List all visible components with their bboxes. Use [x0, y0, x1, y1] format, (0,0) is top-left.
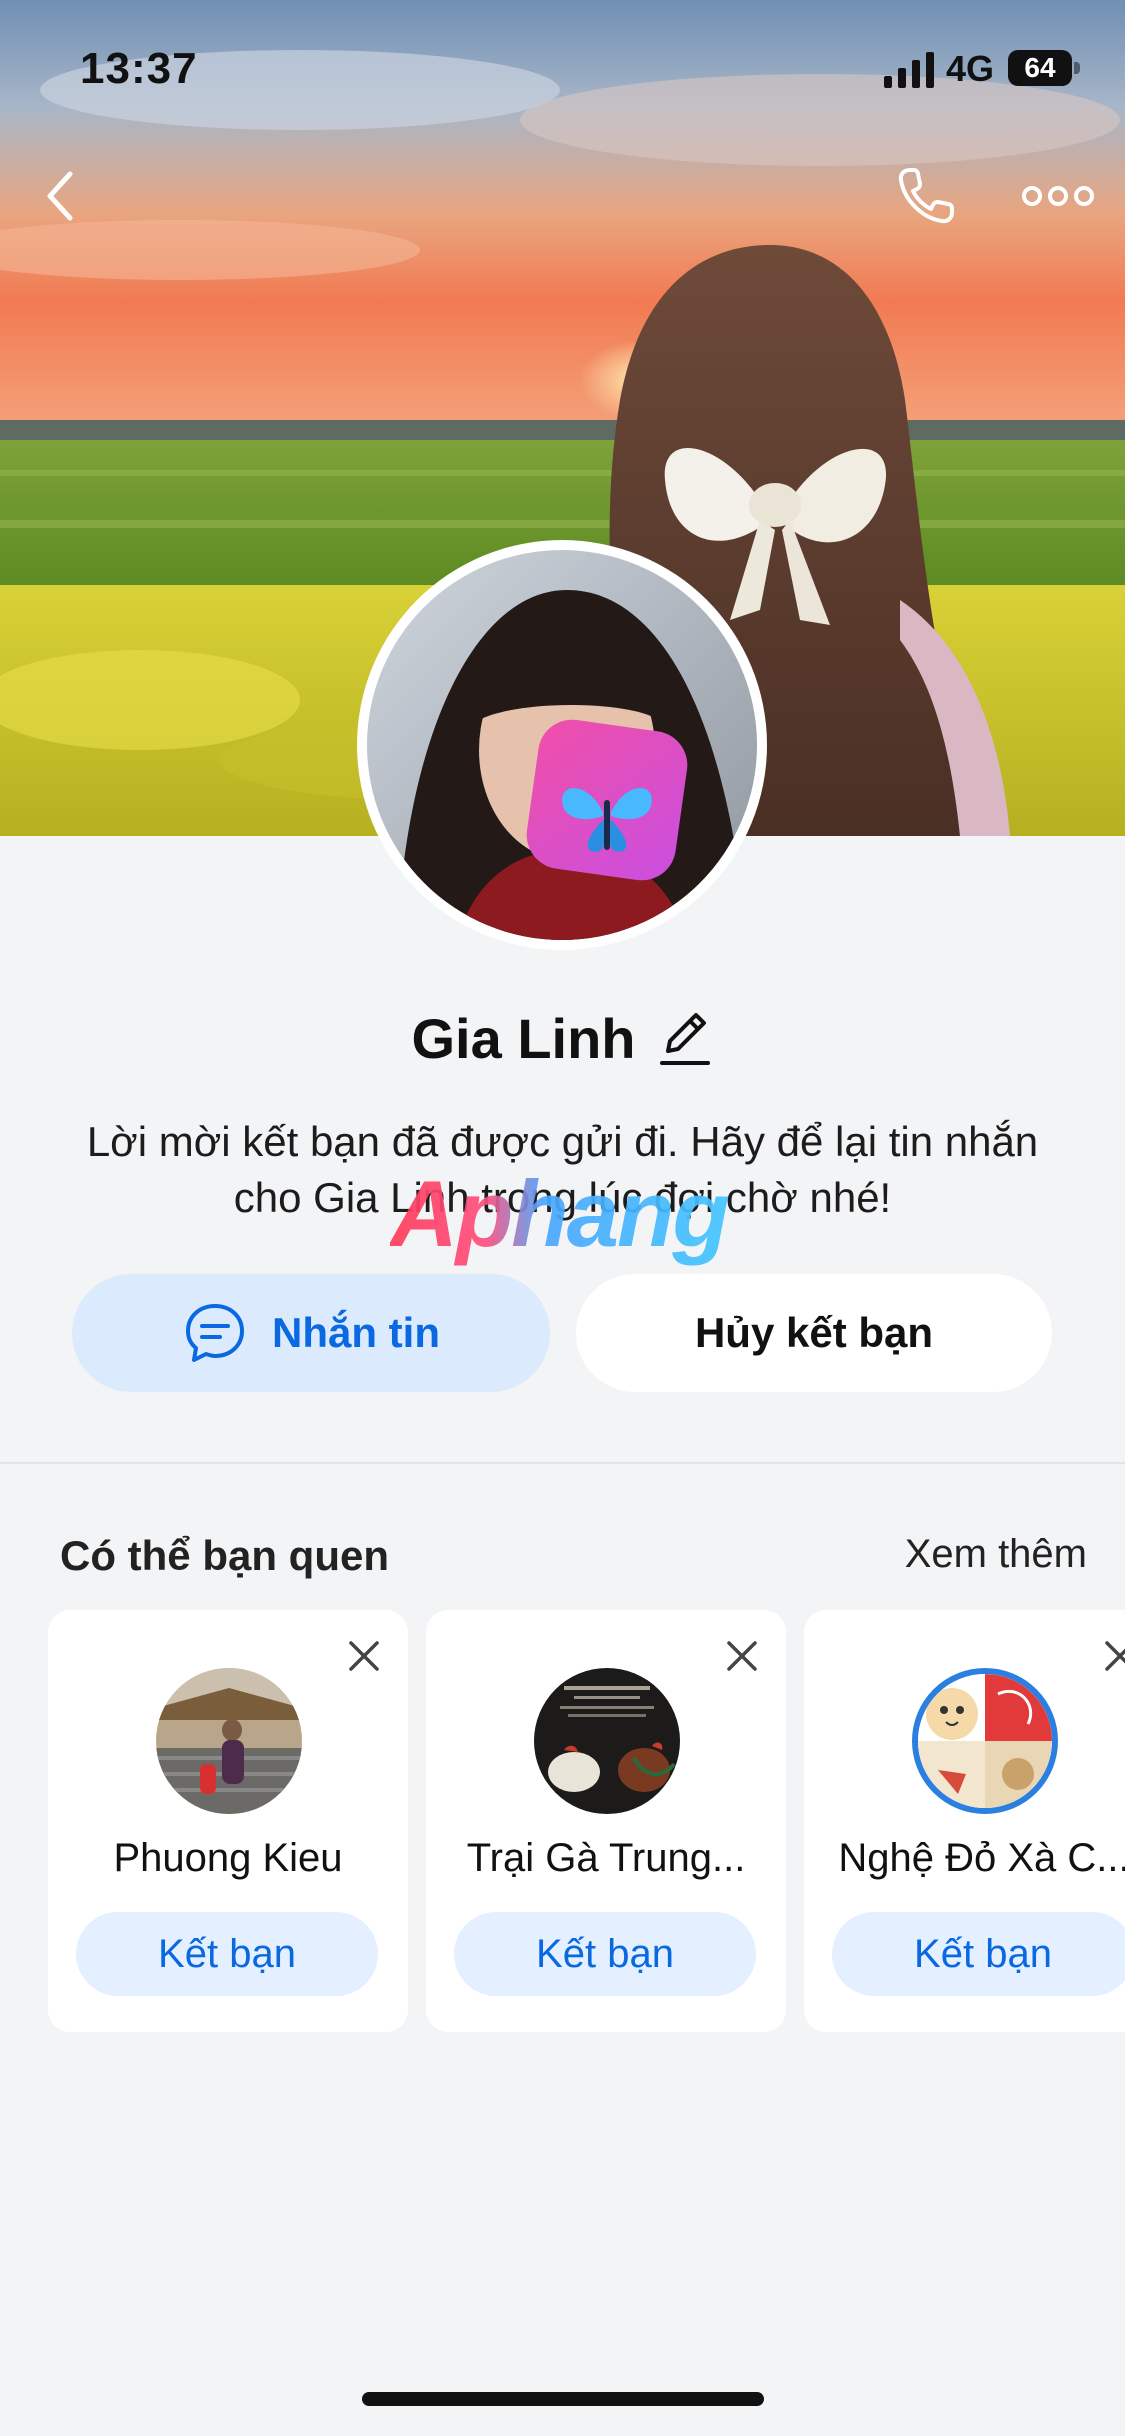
- more-dots-icon: [1022, 186, 1094, 206]
- see-more-link[interactable]: Xem thêm: [905, 1532, 1087, 1577]
- add-friend-label: Kết bạn: [914, 1931, 1052, 1976]
- suggestion-card[interactable]: Phuong Kieu Kết bạn: [48, 1610, 408, 2032]
- status-time: 13:37: [80, 44, 198, 93]
- network-type: 4G: [946, 48, 995, 89]
- cancel-friend-request-label: Hủy kết bạn: [694, 1309, 934, 1356]
- call-button[interactable]: [890, 160, 962, 232]
- suggestion-card[interactable]: Nghệ Đỏ Xà C... Kết bạn: [804, 1610, 1125, 2032]
- add-friend-button[interactable]: Kết bạn: [76, 1912, 378, 1996]
- add-friend-label: Kết bạn: [536, 1931, 674, 1976]
- suggestion-avatar: [534, 1668, 680, 1814]
- cancel-friend-request-button[interactable]: Hủy kết bạn: [576, 1274, 1052, 1392]
- chat-bubble-icon: [186, 1304, 244, 1362]
- back-button[interactable]: [30, 160, 90, 232]
- close-icon: [727, 1641, 757, 1671]
- suggestion-avatar: [912, 1668, 1058, 1814]
- close-icon: [1105, 1641, 1125, 1671]
- chevron-left-icon: [47, 171, 73, 221]
- watermark-logo: Aphang: [390, 1160, 730, 1270]
- home-indicator[interactable]: [362, 2392, 764, 2406]
- section-divider: [0, 1462, 1125, 1464]
- pencil-icon: [659, 1013, 710, 1065]
- avatar-image: [367, 550, 757, 940]
- suggestion-card[interactable]: Trại Gà Trung... Kết bạn: [426, 1610, 786, 2032]
- profile-avatar[interactable]: [357, 540, 767, 950]
- suggestion-list: Phuong Kieu Kết bạn Trại Gà Trung... Kết…: [48, 1610, 1125, 2034]
- message-button[interactable]: Nhắn tin: [72, 1274, 550, 1392]
- battery-level: 64: [1024, 52, 1056, 83]
- add-friend-label: Kết bạn: [158, 1931, 296, 1976]
- dismiss-button[interactable]: [1098, 1634, 1125, 1678]
- add-friend-button[interactable]: Kết bạn: [454, 1912, 756, 1996]
- suggestion-name: Nghệ Đỏ Xà C...: [838, 1836, 1125, 1880]
- close-icon: [349, 1641, 379, 1671]
- dismiss-button[interactable]: [720, 1634, 764, 1678]
- profile-name: Gia Linh: [411, 1006, 636, 1070]
- more-button[interactable]: [1016, 160, 1100, 232]
- suggestion-name: Phuong Kieu: [113, 1836, 343, 1880]
- signal-icon: [884, 52, 934, 88]
- dismiss-button[interactable]: [342, 1634, 386, 1678]
- watermark-text: Aphang: [390, 1160, 730, 1268]
- message-button-label: Nhắn tin: [272, 1309, 440, 1356]
- add-friend-button[interactable]: Kết bạn: [832, 1912, 1125, 1996]
- suggestion-avatar: [156, 1668, 302, 1814]
- suggestions-title: Có thể bạn quen: [60, 1532, 389, 1579]
- status-bar: 13:37 4G 64: [0, 0, 1125, 140]
- battery-icon: 64: [1008, 50, 1080, 86]
- profile-screen: 13:37 4G 64 Gia Linh Lời mời kết bạn đã …: [0, 0, 1125, 2436]
- phone-icon: [898, 168, 954, 224]
- edit-name-button[interactable]: [658, 1006, 714, 1070]
- suggestion-name: Trại Gà Trung...: [466, 1836, 746, 1880]
- profile-name-row: Gia Linh: [0, 998, 1125, 1078]
